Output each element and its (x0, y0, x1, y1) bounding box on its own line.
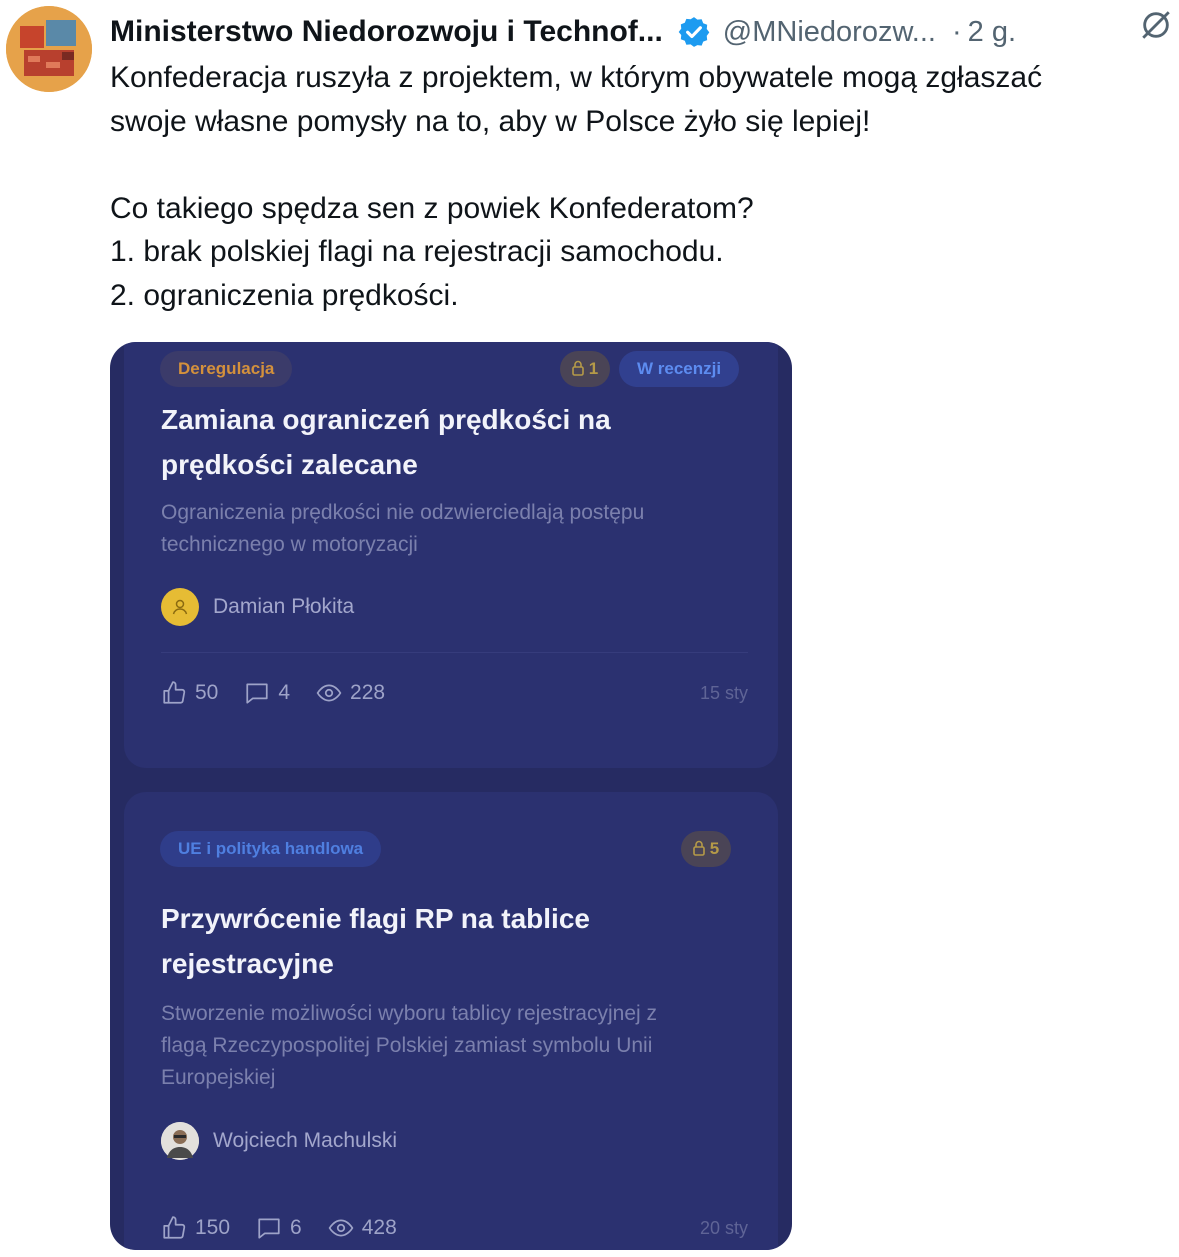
grok-icon[interactable] (1139, 8, 1173, 42)
proposal-card: Deregulacja 1 W recenzji Zamiana ogranic… (124, 342, 778, 768)
thumbs-up-icon (163, 1216, 186, 1239)
likes-stat: 50 (161, 680, 218, 706)
card-title-line: prędkości zalecane (161, 449, 418, 480)
lock-count: 1 (588, 359, 599, 378)
card-stats: 150 6 428 20 sty (161, 1215, 748, 1241)
comment-icon (258, 1218, 280, 1239)
user-avatar-icon (161, 588, 199, 626)
user-avatar-icon (161, 1122, 199, 1160)
card-title-line: Przywrócenie flagi RP na tablice (161, 903, 590, 934)
card-author-row: Wojciech Machulski (161, 1122, 397, 1160)
card-description: Stworzenie możliwości wyboru tablicy rej… (161, 998, 748, 1094)
likes-count: 150 (195, 1216, 231, 1239)
tweet-text: Konfederacja ruszyła z projektem, w któr… (110, 56, 1169, 317)
comments-count: 4 (278, 681, 291, 704)
card-date: 15 sty (699, 682, 748, 703)
card-stats: 50 4 228 15 sty (161, 680, 748, 706)
comments-count: 6 (290, 1216, 302, 1239)
lock-count: 5 (709, 839, 720, 858)
card-description-line: flagą Rzeczypospolitej Polskiej zamiast … (161, 1034, 653, 1057)
card-description-line: technicznego w motoryzacji (161, 533, 418, 556)
card-title: Przywrócenie flagi RP na tablice rejestr… (161, 896, 748, 986)
card-author-name: Damian Płokita (213, 595, 355, 618)
status-badge: W recenzji (619, 351, 740, 387)
card-author-name: Wojciech Machulski (213, 1129, 398, 1152)
card-description-line: Stworzenie możliwości wyboru tablicy rej… (161, 1002, 658, 1025)
views-count: 228 (350, 681, 386, 704)
category-badge: UE i polityka handlowa (160, 831, 382, 867)
lock-icon (693, 840, 705, 856)
card-date: 20 sty (699, 1217, 748, 1238)
lock-icon (572, 360, 584, 376)
lock-badge: 1 (560, 351, 611, 387)
author-handle[interactable]: @MNiedorozw... (723, 16, 936, 49)
tweet-text-line: Konfederacja ruszyła z projektem, w któr… (110, 61, 1043, 94)
card-title-line: rejestracyjne (161, 948, 334, 979)
card-title-line: Zamiana ograniczeń prędkości na (161, 404, 611, 435)
tweet-media-image[interactable]: Deregulacja 1 W recenzji Zamiana ogranic… (110, 342, 792, 1250)
profile-avatar[interactable] (6, 6, 92, 92)
views-count: 428 (361, 1216, 397, 1239)
avatar-image (6, 6, 92, 92)
verified-badge-icon[interactable] (677, 15, 711, 49)
card-title: Zamiana ograniczeń prędkości na prędkośc… (161, 397, 748, 487)
card-divider (161, 652, 748, 653)
tweet-header: Ministerstwo Niedorozwoju i Technof... @… (110, 8, 1169, 56)
eye-icon (316, 684, 342, 702)
category-badge: Deregulacja (160, 351, 293, 387)
tweet-text-line: 1. brak polskiej flagi na rejestracji sa… (110, 235, 724, 268)
thumbs-up-icon (163, 681, 186, 704)
eye-icon (328, 1219, 354, 1237)
card-author-row: Damian Płokita (161, 588, 354, 626)
views-stat: 228 (316, 680, 385, 706)
lock-badge: 5 (681, 831, 732, 867)
comments-stat: 6 (256, 1215, 302, 1241)
card-description-line: Europejskiej (161, 1066, 276, 1089)
likes-stat: 150 (161, 1215, 230, 1241)
proposal-card: UE i polityka handlowa 5 Przywrócenie fl… (124, 792, 778, 1250)
tweet-text-line: Co takiego spędza sen z powiek Konfedera… (110, 191, 754, 225)
comment-icon (246, 683, 268, 704)
card-description: Ograniczenia prędkości nie odzwierciedla… (161, 497, 748, 561)
tweet-timestamp[interactable]: 2 g. (968, 16, 1016, 49)
likes-count: 50 (195, 681, 219, 704)
author-name[interactable]: Ministerstwo Niedorozwoju i Technof... (110, 15, 663, 49)
comments-stat: 4 (244, 680, 290, 706)
tweet-text-line: swoje własne pomysły na to, aby w Polsce… (110, 104, 871, 138)
card-description-line: Ograniczenia prędkości nie odzwierciedla… (161, 501, 645, 524)
tweet-text-gap (110, 143, 1169, 187)
separator-dot: · (951, 15, 962, 48)
views-stat: 428 (328, 1215, 397, 1241)
tweet-text-line: 2. ograniczenia prędkości. (110, 278, 459, 312)
